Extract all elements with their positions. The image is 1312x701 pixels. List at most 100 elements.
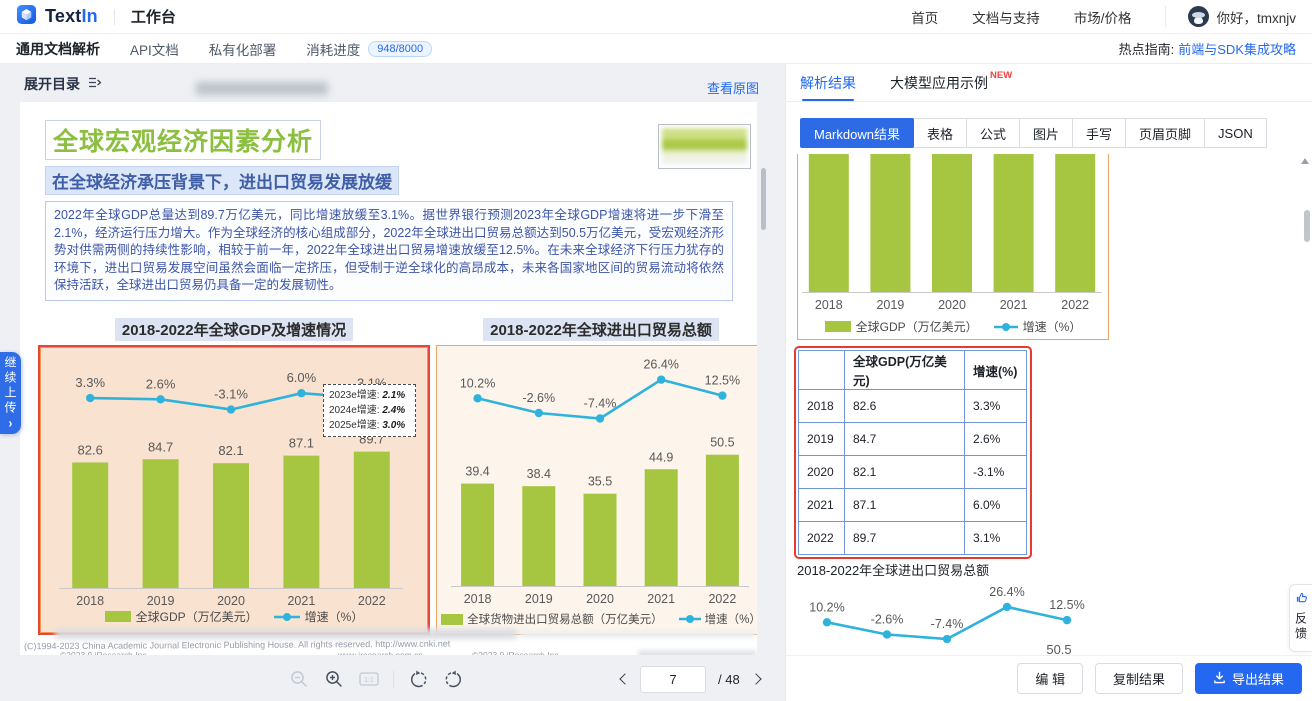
edit-button[interactable]: 编 辑 — [1017, 663, 1083, 694]
result-tab-bar: 解析结果 大模型应用示例NEW — [786, 64, 1312, 102]
svg-text:2021: 2021 — [1000, 298, 1028, 312]
document-page[interactable]: 全球宏观经济因素分析 在全球经济承压背景下，进出口贸易发展放缓 2022年全球G… — [20, 102, 757, 655]
tab-tables[interactable]: 表格 — [913, 118, 967, 148]
table-row: 202082.1-3.1% — [799, 456, 1027, 489]
next-page-icon[interactable] — [752, 674, 762, 684]
parsed-table-highlight: 全球GDP(万亿美元) 增速(%) 201882.63.3% 201984.72… — [794, 346, 1032, 559]
thumbs-up-icon — [1295, 591, 1308, 609]
result-type-tabs: Markdown结果 表格 公式 图片 手写 页眉页脚 JSON — [800, 118, 1267, 148]
line-legend-icon — [274, 612, 300, 622]
view-original-link[interactable]: 查看原图 — [707, 78, 759, 97]
doc-chart-trade[interactable]: 2018-2022年全球进出口贸易总额 39.438.435.544.950.5… — [436, 318, 757, 635]
bar-legend-swatch — [441, 614, 463, 625]
parsed-chart-gdp: 20182019202020212022 全球GDP（万亿美元） 增速（%） — [797, 154, 1109, 340]
markdown-result-content[interactable]: 20182019202020212022 全球GDP（万亿美元） 增速（%） 全… — [792, 154, 1297, 655]
app-window: TextIn 工作台 首页 文档与支持 市场/价格 你好，tmxnjv 通用文档… — [0, 0, 1312, 701]
page-number-input[interactable] — [640, 666, 706, 693]
table-row: 201882.63.3% — [799, 390, 1027, 423]
rotate-cw-icon[interactable] — [442, 668, 464, 690]
download-icon — [1213, 671, 1226, 687]
svg-text:2018: 2018 — [76, 594, 104, 608]
svg-text:2020: 2020 — [217, 594, 245, 608]
logo-wordmark[interactable]: TextIn — [45, 6, 98, 27]
tab-json[interactable]: JSON — [1204, 118, 1267, 148]
zoom-in-icon[interactable] — [323, 668, 345, 690]
result-scrollbar-thumb[interactable] — [1304, 210, 1310, 242]
expand-toc-button[interactable]: 展开目录 — [24, 74, 102, 94]
hot-guide-link[interactable]: 前端与SDK集成攻略 — [1178, 39, 1296, 58]
svg-text:-7.4%: -7.4% — [584, 397, 617, 411]
new-badge: NEW — [990, 70, 1012, 81]
svg-text:44.9: 44.9 — [649, 450, 673, 464]
prev-page-icon[interactable] — [618, 674, 628, 684]
header-divider — [114, 9, 115, 25]
svg-text:82.6: 82.6 — [78, 442, 103, 457]
table-row: 201984.72.6% — [799, 423, 1027, 456]
svg-text:2019: 2019 — [876, 298, 904, 312]
svg-text:50.5: 50.5 — [710, 436, 734, 450]
scroll-up-arrow-icon[interactable] — [1301, 158, 1309, 164]
bar-legend-swatch — [825, 321, 851, 332]
svg-text:10.2%: 10.2% — [809, 600, 844, 614]
rotate-ccw-icon[interactable] — [407, 668, 429, 690]
svg-text:2022: 2022 — [358, 594, 386, 608]
svg-text:12.5%: 12.5% — [1049, 598, 1084, 612]
parsed-chart-trade: 10.2% -2.6% -7.4% 26.4% 12.5% 50.5 — [797, 580, 1107, 655]
doc-chart-trade-title: 2018-2022年全球进出口贸易总额 — [483, 318, 719, 341]
tab-private-deploy[interactable]: 私有化部署 — [209, 39, 277, 59]
hot-guide-label: 热点指南: — [1119, 39, 1175, 58]
doc-scrollbar-thumb[interactable] — [761, 168, 766, 230]
bar-legend-swatch — [105, 611, 131, 622]
svg-text:2019: 2019 — [147, 594, 175, 608]
svg-text:38.4: 38.4 — [527, 467, 551, 481]
greeting-text: 你好，tmxnjv — [1216, 7, 1296, 27]
svg-text:2020: 2020 — [938, 298, 966, 312]
doc-title: 全球宏观经济因素分析 — [45, 120, 321, 160]
svg-text:26.4%: 26.4% — [989, 585, 1024, 599]
tab-llm-demo[interactable]: 大模型应用示例NEW — [890, 64, 1012, 101]
doc-chart-gdp[interactable]: 2018-2022年全球GDP及增速情况 82.684.782.187.189.… — [38, 318, 430, 635]
doc-paragraph: 2022年全球GDP总量达到89.7万亿美元，同比增速放缓至3.1%。据世界银行… — [45, 201, 733, 301]
nav-market-pricing[interactable]: 市场/价格 — [1074, 7, 1132, 27]
svg-text:87.1: 87.1 — [289, 436, 314, 451]
export-result-button[interactable]: 导出结果 — [1195, 663, 1302, 694]
chevron-right-icon: › — [9, 417, 13, 431]
svg-text:2022: 2022 — [708, 592, 736, 606]
svg-text:-2.6%: -2.6% — [871, 612, 904, 626]
nav-docs-support[interactable]: 文档与支持 — [972, 7, 1040, 27]
svg-text:2022: 2022 — [1061, 298, 1089, 312]
forecast-annotation: 2023e增速: 2.1% 2024e增速: 2.4% 2025e增速: 3.0… — [323, 384, 416, 437]
tab-handwriting[interactable]: 手写 — [1072, 118, 1126, 148]
svg-text:82.1: 82.1 — [218, 443, 243, 458]
svg-text:-7.4%: -7.4% — [931, 617, 964, 631]
svg-text:2.6%: 2.6% — [146, 376, 176, 391]
quota-label: 消耗进度 — [306, 39, 360, 59]
parsed-table[interactable]: 全球GDP(万亿美元) 增速(%) 201882.63.3% 201984.72… — [798, 350, 1027, 555]
continue-upload-button[interactable]: 继续上传 › — [0, 352, 21, 434]
tab-formulas[interactable]: 公式 — [966, 118, 1020, 148]
table-row: 202289.73.1% — [799, 522, 1027, 555]
redacted-doc-logo — [658, 124, 751, 169]
svg-text:2019: 2019 — [525, 592, 553, 606]
user-menu[interactable]: 你好，tmxnjv — [1165, 6, 1296, 27]
trade-bar-line-chart: 39.438.435.544.950.520182019202020212022… — [447, 354, 755, 615]
zoom-out-icon[interactable] — [288, 668, 310, 690]
svg-text:2021: 2021 — [647, 592, 675, 606]
copy-result-button[interactable]: 复制结果 — [1095, 663, 1183, 694]
tab-markdown-result[interactable]: Markdown结果 — [800, 118, 914, 148]
toc-label: 展开目录 — [24, 74, 80, 94]
one-to-one-icon[interactable]: 1:1 — [358, 668, 380, 690]
redacted-footer — [55, 629, 517, 639]
nav-home[interactable]: 首页 — [911, 7, 938, 27]
svg-text:-2.6%: -2.6% — [522, 391, 555, 405]
chart-legend: 全球GDP（万亿美元） 增速（%） — [41, 608, 427, 625]
tab-api-docs[interactable]: API文档 — [130, 39, 179, 59]
tab-parse-result[interactable]: 解析结果 — [800, 64, 856, 101]
tab-images[interactable]: 图片 — [1019, 118, 1073, 148]
feedback-button[interactable]: 反馈 — [1289, 584, 1312, 652]
tab-general-doc-parse[interactable]: 通用文档解析 — [16, 39, 100, 59]
svg-text:2018: 2018 — [464, 592, 492, 606]
tab-header-footer[interactable]: 页眉页脚 — [1125, 118, 1205, 148]
parsed-trade-caption: 2018-2022年全球进出口贸易总额 — [797, 560, 989, 579]
partial-bar-label: 50.5 — [1035, 642, 1083, 655]
